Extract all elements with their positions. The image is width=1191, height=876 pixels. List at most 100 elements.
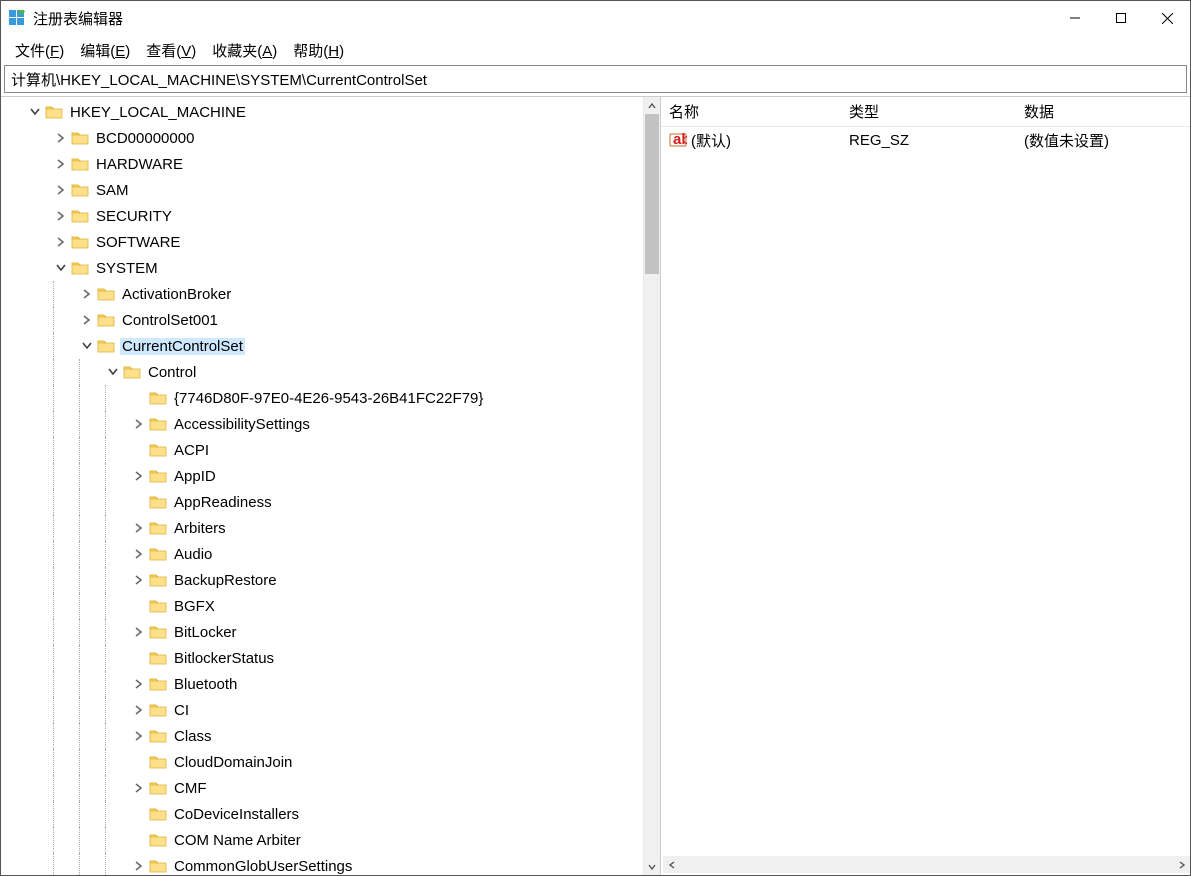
tree-item[interactable]: SYSTEM: [1, 255, 643, 281]
tree-item[interactable]: AccessibilitySettings: [1, 411, 643, 437]
tree-toggle[interactable]: [131, 676, 147, 692]
column-name[interactable]: 名称: [661, 97, 841, 126]
list-row[interactable]: ab (默认) REG_SZ (数值未设置): [661, 127, 1190, 153]
tree-label: Bluetooth: [172, 676, 239, 693]
tree-item[interactable]: Audio: [1, 541, 643, 567]
tree-toggle[interactable]: [105, 364, 121, 380]
tree-item[interactable]: SOFTWARE: [1, 229, 643, 255]
tree-item[interactable]: CoDeviceInstallers: [1, 801, 643, 827]
tree-label: CommonGlobUserSettings: [172, 858, 354, 875]
menu-edit[interactable]: 编辑(E): [72, 38, 138, 63]
hscroll-track[interactable]: [680, 856, 1173, 873]
regedit-icon: [9, 10, 25, 26]
tree-item[interactable]: AppReadiness: [1, 489, 643, 515]
folder-icon: [71, 234, 89, 250]
tree-item[interactable]: HARDWARE: [1, 151, 643, 177]
tree-item[interactable]: BGFX: [1, 593, 643, 619]
tree-label: BCD00000000: [94, 130, 196, 147]
folder-icon: [149, 832, 167, 848]
tree-item[interactable]: ACPI: [1, 437, 643, 463]
tree-item[interactable]: Bluetooth: [1, 671, 643, 697]
tree-label: SAM: [94, 182, 131, 199]
tree-item[interactable]: CommonGlobUserSettings: [1, 853, 643, 875]
tree-item[interactable]: ActivationBroker: [1, 281, 643, 307]
tree-item[interactable]: CI: [1, 697, 643, 723]
tree-item[interactable]: Control: [1, 359, 643, 385]
tree-toggle[interactable]: [53, 156, 69, 172]
tree-toggle[interactable]: [79, 286, 95, 302]
tree-item[interactable]: SAM: [1, 177, 643, 203]
tree-label: BitlockerStatus: [172, 650, 276, 667]
tree-toggle[interactable]: [53, 234, 69, 250]
folder-icon: [149, 754, 167, 770]
scroll-thumb[interactable]: [645, 114, 659, 274]
tree-toggle[interactable]: [53, 260, 69, 276]
column-type[interactable]: 类型: [841, 97, 1016, 126]
cell-data: (数值未设置): [1016, 130, 1190, 151]
tree-toggle[interactable]: [79, 338, 95, 354]
address-bar[interactable]: 计算机\HKEY_LOCAL_MACHINE\SYSTEM\CurrentCon…: [4, 65, 1187, 93]
tree-toggle[interactable]: [131, 572, 147, 588]
tree-label: Arbiters: [172, 520, 228, 537]
tree-item[interactable]: AppID: [1, 463, 643, 489]
vertical-scrollbar[interactable]: [643, 97, 660, 875]
tree-item[interactable]: Class: [1, 723, 643, 749]
tree-toggle[interactable]: [131, 416, 147, 432]
expand-icon: [134, 627, 144, 637]
menu-view[interactable]: 查看(V): [138, 38, 204, 63]
menu-help[interactable]: 帮助(H): [285, 38, 352, 63]
tree-toggle[interactable]: [131, 858, 147, 874]
tree-toggle[interactable]: [53, 130, 69, 146]
tree-toggle[interactable]: [131, 728, 147, 744]
scroll-up-arrow[interactable]: [644, 97, 660, 114]
tree-label: SYSTEM: [94, 260, 160, 277]
tree-item[interactable]: CMF: [1, 775, 643, 801]
tree-toggle[interactable]: [131, 702, 147, 718]
tree-toggle[interactable]: [131, 468, 147, 484]
tree-item[interactable]: ControlSet001: [1, 307, 643, 333]
tree-item[interactable]: CloudDomainJoin: [1, 749, 643, 775]
close-button[interactable]: [1144, 1, 1190, 35]
menu-file[interactable]: 文件(F): [7, 38, 72, 63]
menu-bar: 文件(F) 编辑(E) 查看(V) 收藏夹(A) 帮助(H): [1, 35, 1190, 65]
scroll-down-arrow[interactable]: [644, 858, 660, 875]
tree-toggle[interactable]: [131, 624, 147, 640]
tree-label: ACPI: [172, 442, 211, 459]
menu-favorites[interactable]: 收藏夹(A): [204, 38, 285, 63]
tree-item[interactable]: {7746D80F-97E0-4E26-9543-26B41FC22F79}: [1, 385, 643, 411]
tree-toggle[interactable]: [131, 546, 147, 562]
tree-toggle[interactable]: [53, 182, 69, 198]
chevron-up-icon: [648, 102, 656, 110]
tree-item[interactable]: BitLocker: [1, 619, 643, 645]
tree-label: CMF: [172, 780, 209, 797]
tree-item[interactable]: BitlockerStatus: [1, 645, 643, 671]
scroll-left-arrow[interactable]: [663, 861, 680, 869]
column-data[interactable]: 数据: [1016, 97, 1190, 126]
tree-item[interactable]: Arbiters: [1, 515, 643, 541]
horizontal-scrollbar[interactable]: [663, 856, 1190, 873]
tree-item[interactable]: HKEY_LOCAL_MACHINE: [1, 99, 643, 125]
tree-item[interactable]: BackupRestore: [1, 567, 643, 593]
folder-icon: [71, 130, 89, 146]
folder-icon: [149, 572, 167, 588]
list-header: 名称 类型 数据: [661, 97, 1190, 127]
folder-icon: [149, 858, 167, 874]
tree-item[interactable]: CurrentControlSet: [1, 333, 643, 359]
expand-icon: [134, 523, 144, 533]
tree-toggle[interactable]: [27, 104, 43, 120]
folder-icon: [149, 390, 167, 406]
tree-toggle[interactable]: [131, 520, 147, 536]
folder-icon: [71, 208, 89, 224]
maximize-button[interactable]: [1098, 1, 1144, 35]
folder-icon: [97, 286, 115, 302]
tree-content[interactable]: HKEY_LOCAL_MACHINE BCD00000000 HARDWARE SAM…: [1, 97, 643, 875]
tree-item[interactable]: COM Name Arbiter: [1, 827, 643, 853]
scroll-right-arrow[interactable]: [1173, 861, 1190, 869]
tree-toggle[interactable]: [53, 208, 69, 224]
tree-toggle[interactable]: [79, 312, 95, 328]
tree-item[interactable]: BCD00000000: [1, 125, 643, 151]
tree-item[interactable]: SECURITY: [1, 203, 643, 229]
minimize-button[interactable]: [1052, 1, 1098, 35]
list-pane: 名称 类型 数据 ab (默认) REG_SZ (数值未设置): [661, 97, 1190, 875]
tree-toggle[interactable]: [131, 780, 147, 796]
